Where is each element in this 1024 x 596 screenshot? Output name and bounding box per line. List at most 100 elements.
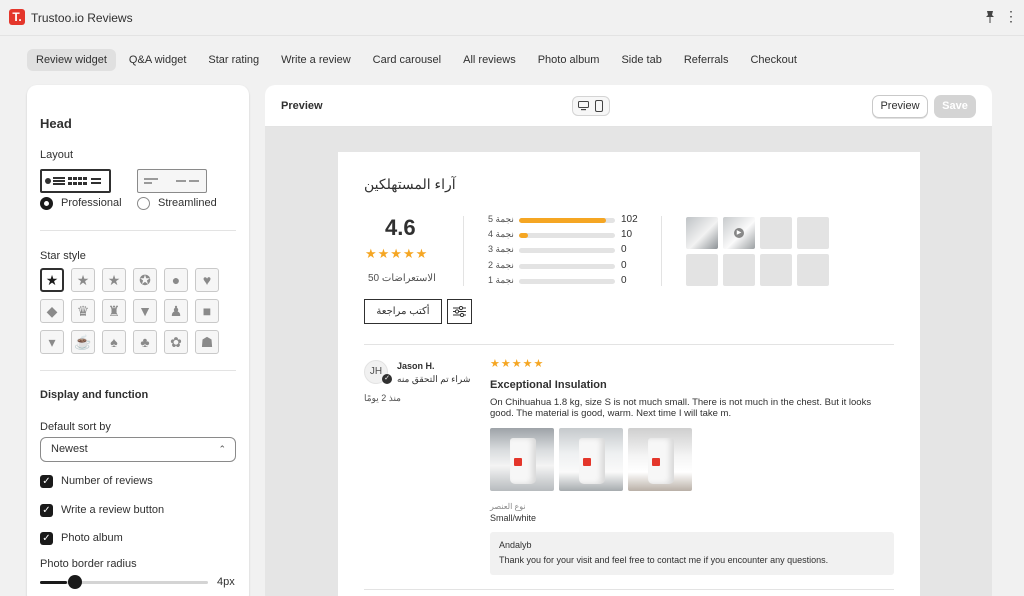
radius-slider-track[interactable]: [40, 581, 208, 584]
verified-purchase-text: شراء تم التحقق منه: [397, 374, 471, 384]
rating-bar-fill: [519, 233, 528, 238]
star-style-label: Star style: [40, 250, 86, 262]
dress-icon[interactable]: ♟: [164, 299, 188, 323]
tab-side-tab[interactable]: Side tab: [612, 49, 670, 71]
chef-hat-icon[interactable]: ☗: [195, 330, 219, 354]
trophy-icon[interactable]: ♜: [102, 299, 126, 323]
layout-streamlined-thumbnail[interactable]: [137, 169, 207, 193]
photo-album-checkbox[interactable]: ✓: [40, 532, 53, 545]
preview-button[interactable]: Preview: [872, 95, 928, 118]
reply-author: Andalyb: [499, 540, 532, 550]
photo-border-radius-label: Photo border radius: [40, 558, 137, 570]
layout-streamlined-radio[interactable]: [137, 197, 150, 210]
variant-value: Small/white: [490, 513, 537, 523]
drop-icon[interactable]: ●: [164, 268, 188, 292]
number-of-reviews-checkbox[interactable]: ✓: [40, 475, 53, 488]
album-placeholder: [723, 254, 755, 286]
sort-select[interactable]: Newest ⌃: [40, 437, 236, 462]
rating-bar-count: 0: [621, 244, 627, 255]
shirt-icon[interactable]: ▼: [133, 299, 157, 323]
album-photo[interactable]: [686, 217, 718, 249]
brand-logo-mark: [652, 458, 660, 466]
merchant-reply: Andalyb Thank you for your visit and fee…: [490, 532, 894, 575]
rating-bar-count: 0: [621, 260, 627, 271]
rating-bar-track: [519, 248, 615, 253]
review-body-line: On Chihuahua 1.8 kg, size S is not much …: [490, 397, 872, 408]
pin-icon[interactable]: [983, 10, 997, 24]
write-review-button-checkbox[interactable]: ✓: [40, 504, 53, 517]
more-icon[interactable]: ⋮: [1004, 9, 1018, 23]
preview-header: Preview Preview Save: [265, 85, 992, 127]
rating-bar-row[interactable]: 3 نجمة 0: [488, 244, 648, 256]
tab-card-carousel[interactable]: Card carousel: [364, 49, 450, 71]
average-stars: ★★★★★: [365, 246, 429, 261]
album-placeholder: [797, 254, 829, 286]
save-button[interactable]: Save: [934, 95, 976, 118]
sort-select-value: Newest: [51, 443, 88, 455]
write-review-button[interactable]: أكتب مراجعة: [364, 299, 442, 324]
star-thin-icon[interactable]: ★: [102, 268, 126, 292]
review-photo[interactable]: [490, 428, 554, 491]
review-photo[interactable]: [559, 428, 623, 491]
tie-icon[interactable]: ▾: [40, 330, 64, 354]
layout-professional-radio[interactable]: [40, 197, 53, 210]
album-placeholder: [760, 217, 792, 249]
tab-photo-album[interactable]: Photo album: [529, 49, 609, 71]
tab-star-rating[interactable]: Star rating: [199, 49, 268, 71]
cup-icon[interactable]: ☕: [71, 330, 95, 354]
tab-all-reviews[interactable]: All reviews: [454, 49, 525, 71]
app-title: Trustoo.io Reviews: [31, 11, 133, 25]
rating-bar-row[interactable]: 2 نجمة 0: [488, 260, 648, 272]
default-sort-label: Default sort by: [40, 421, 111, 433]
filter-button[interactable]: [447, 299, 472, 324]
sliders-icon: [453, 306, 466, 317]
photo-album-label: Photo album: [61, 532, 123, 544]
rating-bar-fill: [519, 218, 607, 223]
album-placeholder: [686, 254, 718, 286]
rating-bar-label: 3 نجمة: [488, 244, 514, 254]
review-photo[interactable]: [628, 428, 692, 491]
album-placeholder: [797, 217, 829, 249]
star-rounded-icon[interactable]: ★: [71, 268, 95, 292]
tab-qa-widget[interactable]: Q&A widget: [120, 49, 195, 71]
desktop-icon[interactable]: [577, 100, 590, 113]
diamond-icon[interactable]: ◆: [40, 299, 64, 323]
tab-checkout[interactable]: Checkout: [741, 49, 805, 71]
review-widget-preview: آراء المستهلكين 4.6 ★★★★★ 50 الاستعراضات…: [338, 152, 920, 596]
radius-slider-handle[interactable]: [67, 575, 82, 589]
preview-title: Preview: [281, 100, 323, 112]
album-video[interactable]: ▶: [723, 217, 755, 249]
paw-icon[interactable]: ✿: [164, 330, 188, 354]
rating-bar-row[interactable]: 5 نجمة 102: [488, 214, 648, 226]
sprout-icon[interactable]: ♣: [133, 330, 157, 354]
divider: [364, 589, 894, 590]
app-logo: T.: [9, 9, 25, 25]
professional-layout-icon: [45, 177, 101, 185]
display-function-title: Display and function: [40, 389, 149, 401]
bag-icon[interactable]: ■: [195, 299, 219, 323]
layout-professional-thumbnail[interactable]: [40, 169, 111, 193]
heart-icon[interactable]: ♥: [195, 268, 219, 292]
streamlined-layout-icon: [144, 178, 199, 184]
crown-icon[interactable]: ♛: [71, 299, 95, 323]
rating-bar-row[interactable]: 4 نجمة 10: [488, 229, 648, 241]
head-section-title: Head: [40, 116, 72, 131]
rating-bar-count: 10: [621, 229, 633, 240]
rating-bar-row[interactable]: 1 نجمة 0: [488, 275, 648, 287]
star-solid-icon[interactable]: ★: [40, 268, 64, 292]
total-reviews: 50 الاستعراضات: [368, 273, 436, 284]
leaf-icon[interactable]: ♠: [102, 330, 126, 354]
tab-review-widget[interactable]: Review widget: [27, 49, 116, 71]
mobile-icon[interactable]: [592, 100, 605, 113]
rating-bar-label: 5 نجمة: [488, 214, 514, 224]
write-review-button-label: Write a review button: [61, 504, 165, 516]
play-icon: ▶: [734, 228, 744, 238]
brand-logo-mark: [514, 458, 522, 466]
rating-bar-label: 4 نجمة: [488, 229, 514, 239]
tab-referrals[interactable]: Referrals: [675, 49, 738, 71]
tab-write-a-review[interactable]: Write a review: [272, 49, 359, 71]
star-style-grid: ★ ★ ★ ✪ ● ♥ ◆ ♛ ♜ ▼ ♟ ■ ▾ ☕ ♠ ♣ ✿ ☗: [40, 268, 219, 354]
rating-bar-track: [519, 264, 615, 269]
number-of-reviews-label: Number of reviews: [61, 475, 153, 487]
star-square-icon[interactable]: ✪: [133, 268, 157, 292]
